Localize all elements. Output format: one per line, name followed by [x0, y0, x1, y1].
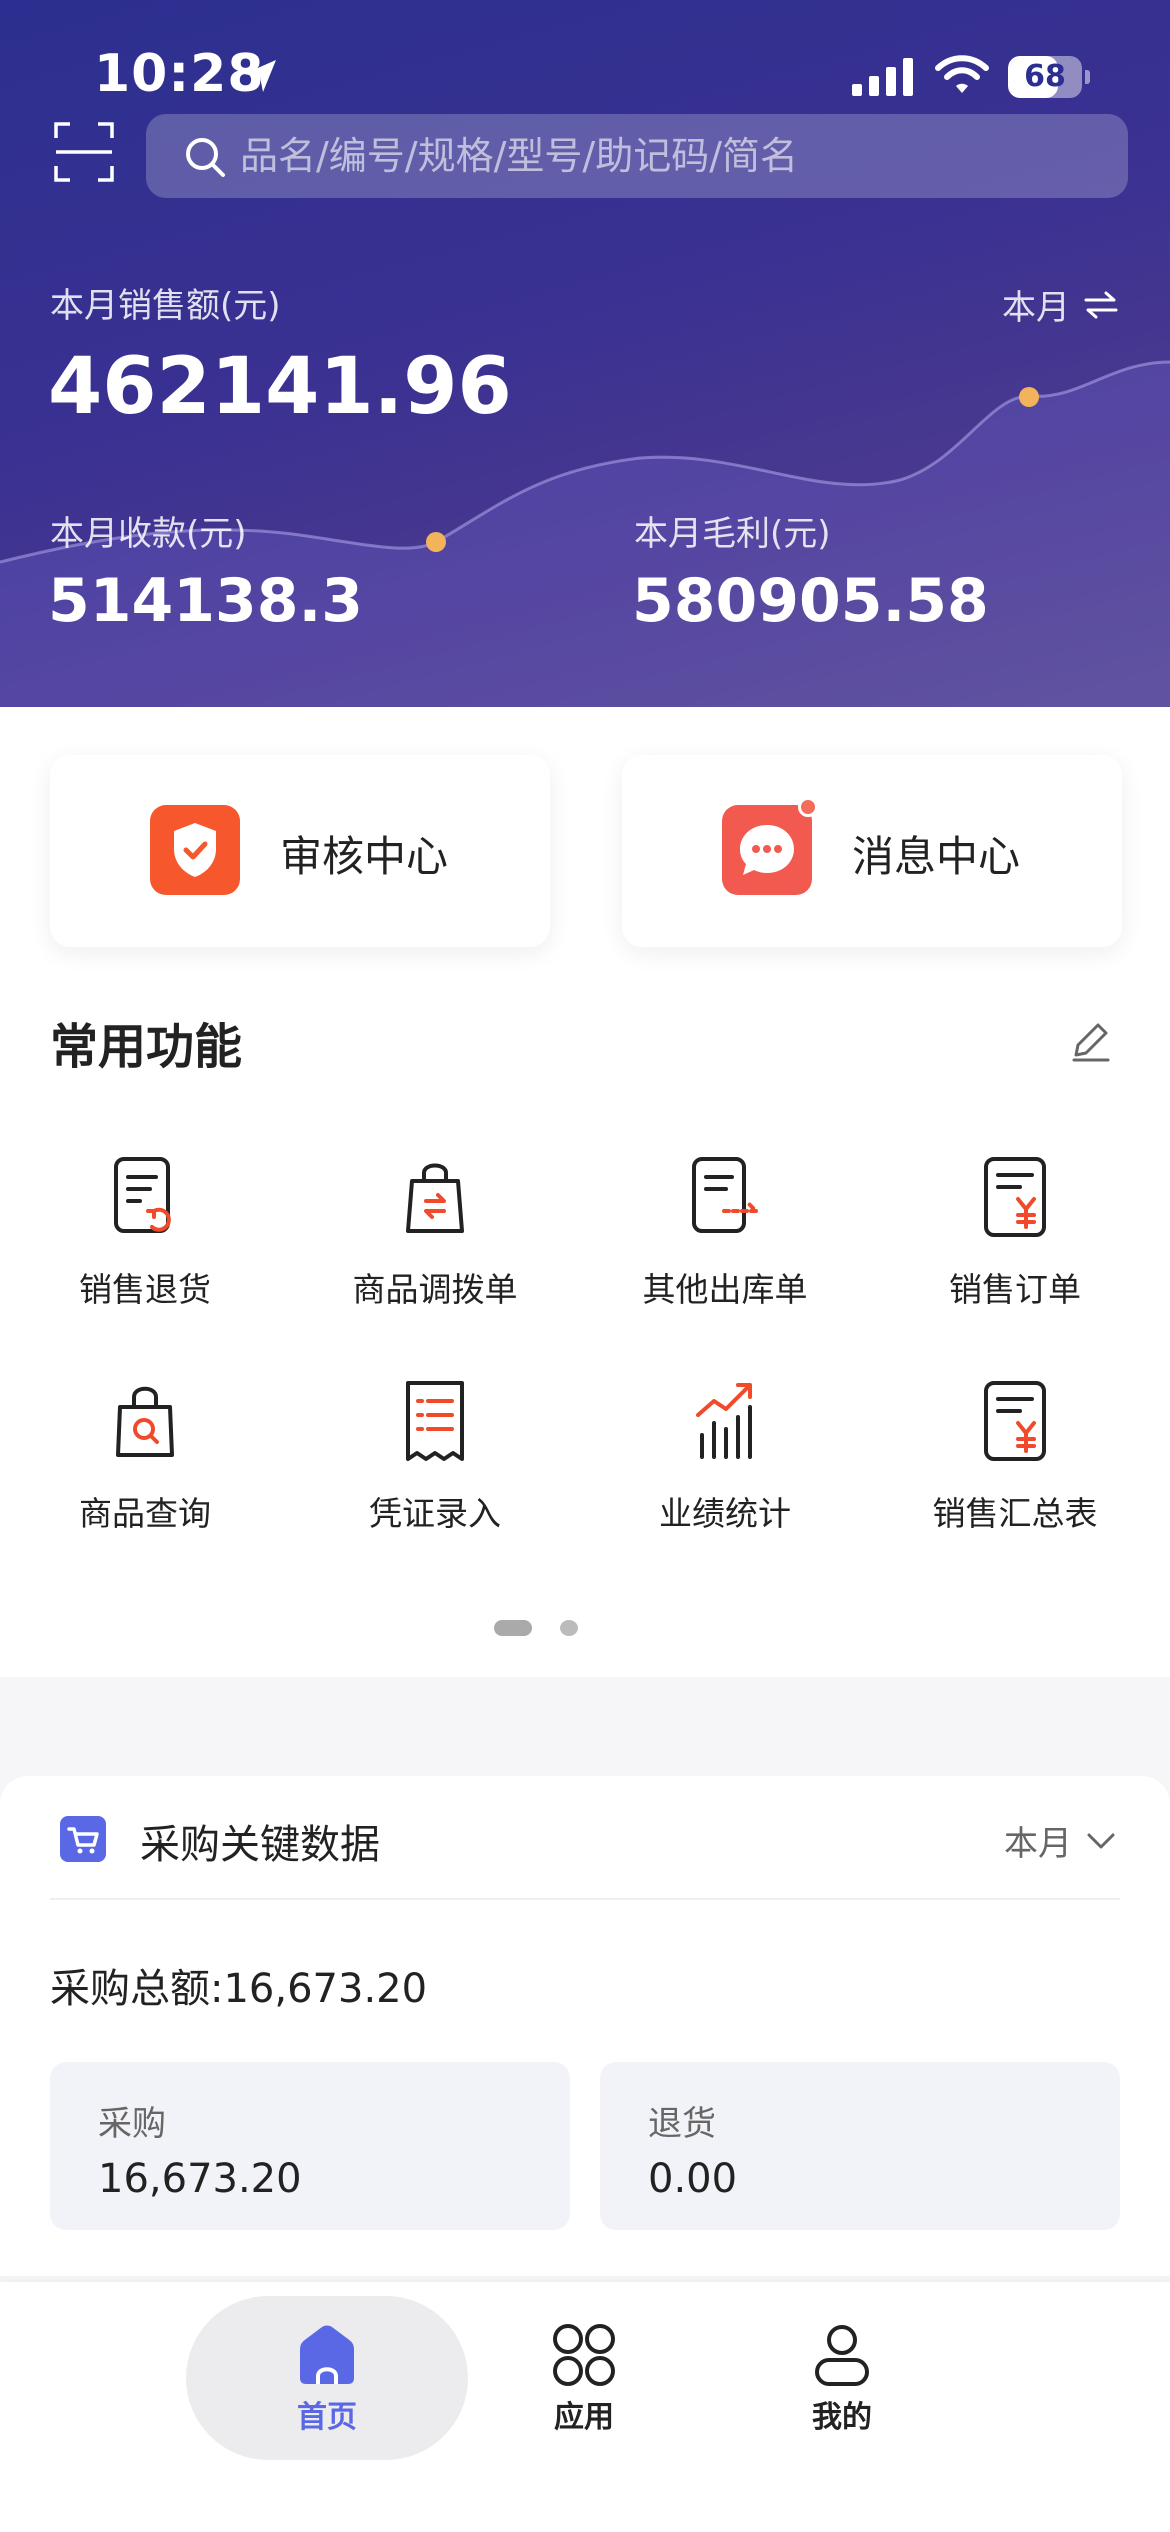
audit-center-card[interactable]: 审核中心 [50, 755, 550, 947]
function-label: 商品查询 [79, 1494, 211, 1533]
divider [50, 1898, 1120, 1900]
purchase-total-value: 16,673.20 [223, 1966, 428, 2012]
sales-return-icon [114, 1157, 171, 1233]
purchase-total-label: 采购总额: [50, 1966, 224, 2012]
function-label: 业绩统计 [659, 1494, 791, 1533]
monthly-profit-label: 本月毛利(元) [634, 514, 831, 554]
sales-summary-icon [984, 1381, 1046, 1461]
stat-value: 0.00 [648, 2156, 738, 2202]
tab-label: 我的 [812, 2400, 872, 2435]
monthly-sales-label: 本月销售额(元) [50, 286, 281, 326]
unread-dot [798, 797, 818, 817]
trend-point [1019, 387, 1039, 407]
monthly-receipts-value: 514138.3 [48, 566, 364, 636]
audit-center-label: 审核中心 [280, 832, 449, 881]
purchase-title: 采购关键数据 [140, 1822, 380, 1868]
period-toggle[interactable]: 本月 [1002, 280, 1118, 329]
common-functions-title: 常用功能 [50, 1019, 243, 1075]
stat-label: 退货 [648, 2104, 716, 2144]
message-center-card[interactable]: 消息中心 [622, 755, 1122, 947]
page-indicator-active[interactable] [494, 1620, 532, 1636]
user-icon [815, 2325, 869, 2386]
battery-indicator: 68 [1008, 56, 1090, 98]
apps-grid-icon [553, 2324, 615, 2386]
main-section: 审核中心 消息中心 常用功能 销售退货 商品调拨单 其他出库单 销售订单 商品查… [0, 707, 1170, 1677]
product-search-icon [116, 1386, 174, 1457]
function-product-search[interactable]: 商品查询 [0, 1377, 290, 1567]
transfer-bag-icon [406, 1163, 464, 1233]
function-voucher-entry[interactable]: 凭证录入 [290, 1377, 580, 1567]
home-icon [300, 2325, 354, 2384]
purchase-stat-box[interactable]: 采购 16,673.20 [50, 2062, 570, 2230]
purchase-period-dropdown[interactable]: 本月 [1004, 1816, 1116, 1865]
function-label: 凭证录入 [369, 1494, 501, 1533]
status-time: 10:28 [94, 44, 265, 104]
function-performance-stats[interactable]: 业绩统计 [580, 1377, 870, 1567]
function-product-transfer[interactable]: 商品调拨单 [290, 1153, 580, 1343]
edit-icon[interactable] [1068, 1017, 1114, 1063]
tab-profile[interactable]: 我的 [752, 2322, 932, 2452]
swap-icon [1084, 291, 1118, 318]
function-label: 销售汇总表 [932, 1494, 1098, 1533]
function-label: 销售订单 [949, 1270, 1081, 1309]
scan-icon[interactable] [54, 122, 114, 182]
stat-value: 16,673.20 [98, 2156, 302, 2202]
page-indicator[interactable] [560, 1620, 578, 1636]
shield-check-icon [150, 805, 240, 895]
purchase-key-data-card: 采购关键数据 本月 采购总额:16,673.20 采购 16,673.20 退货… [0, 1776, 1170, 2276]
search-input[interactable] [240, 114, 1100, 198]
tab-label: 应用 [554, 2400, 614, 2435]
shopping-cart-icon [60, 1816, 106, 1862]
return-stat-box[interactable]: 退货 0.00 [600, 2062, 1120, 2230]
bottom-tab-bar: 首页 应用 我的 [0, 2282, 1170, 2532]
purchase-total: 采购总额:16,673.20 [50, 1956, 427, 2014]
stat-label: 采购 [98, 2104, 166, 2144]
wifi-icon [935, 55, 989, 93]
tab-apps[interactable]: 应用 [494, 2322, 674, 2452]
battery-level: 68 [1024, 59, 1066, 94]
performance-chart-icon [696, 1383, 752, 1459]
trend-point [426, 532, 446, 552]
chat-bubble-icon [722, 805, 812, 895]
cellular-signal-icon [852, 58, 913, 96]
function-sales-return[interactable]: 销售退货 [0, 1153, 290, 1343]
outbound-doc-icon [692, 1157, 758, 1233]
function-label: 其他出库单 [642, 1270, 808, 1309]
message-center-label: 消息中心 [852, 832, 1021, 881]
tab-label: 首页 [297, 2400, 357, 2435]
period-label: 本月 [1002, 288, 1070, 328]
sales-order-icon [984, 1157, 1046, 1237]
function-sales-order[interactable]: 销售订单 [870, 1153, 1160, 1343]
location-arrow-icon [244, 60, 276, 92]
monthly-receipts-label: 本月收款(元) [50, 514, 247, 554]
function-label: 商品调拨单 [352, 1270, 518, 1309]
chevron-down-icon [1087, 1833, 1115, 1848]
status-bar: 10:28 68 [0, 0, 1170, 110]
purchase-period-label: 本月 [1004, 1824, 1072, 1864]
monthly-profit-value: 580905.58 [632, 566, 989, 636]
voucher-icon [406, 1381, 464, 1461]
monthly-sales-value: 462141.96 [48, 342, 512, 432]
dashboard-header: 10:28 68 品名/编号/规格/型号/助记码/简名 本月销售额(元) 本月 … [0, 0, 1170, 707]
function-other-outbound[interactable]: 其他出库单 [580, 1153, 870, 1343]
search-bar[interactable] [146, 114, 1128, 198]
function-sales-summary[interactable]: 销售汇总表 [870, 1377, 1160, 1567]
tab-home[interactable]: 首页 [237, 2322, 417, 2452]
function-label: 销售退货 [79, 1270, 211, 1309]
search-icon [186, 138, 225, 177]
